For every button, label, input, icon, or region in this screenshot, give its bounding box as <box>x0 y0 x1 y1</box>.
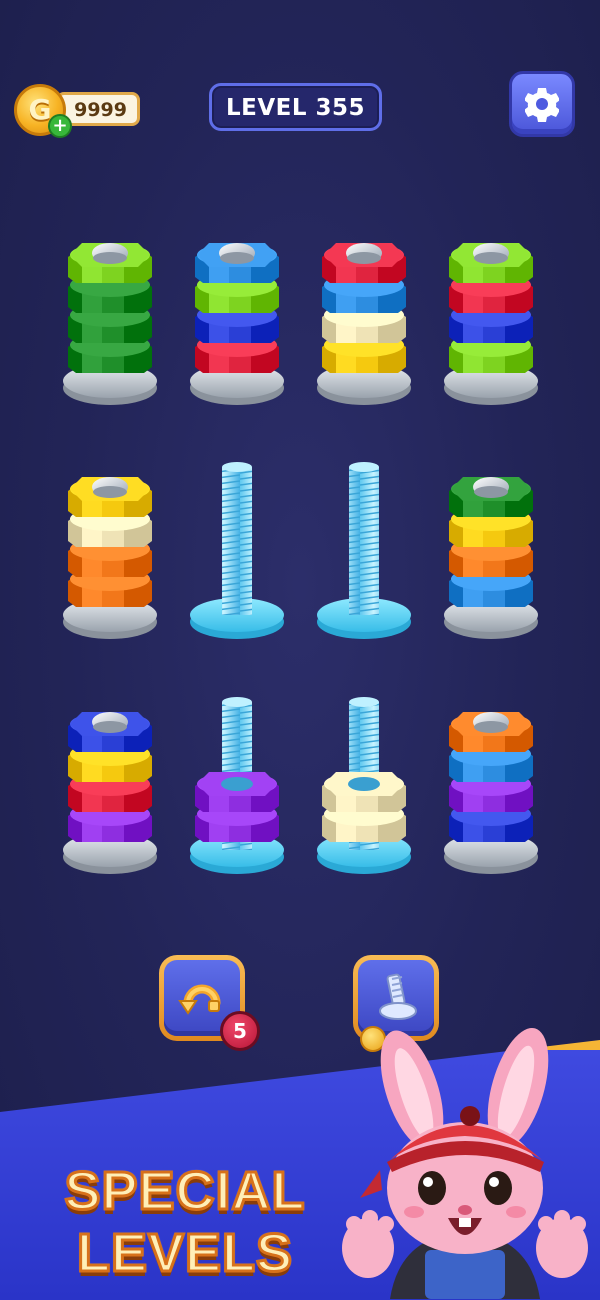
peg-1[interactable] <box>63 243 157 405</box>
peg-4[interactable] <box>444 243 538 405</box>
bunny-mascot <box>342 1027 588 1299</box>
screw-shaft <box>349 467 379 615</box>
undo-count-badge: 5 <box>220 1011 260 1051</box>
bolt-icon <box>379 973 417 1020</box>
undo-magnet-icon <box>178 984 221 1015</box>
banner-title-line1: SPECIAL <box>63 1160 306 1223</box>
peg-3[interactable] <box>317 243 411 405</box>
peg-10[interactable] <box>190 697 284 874</box>
banner-title-line2: LEVELS <box>75 1222 294 1285</box>
peg-11[interactable] <box>317 697 411 874</box>
peg-5[interactable] <box>63 477 157 639</box>
peg-6[interactable] <box>190 462 284 639</box>
peg-7[interactable] <box>317 462 411 639</box>
screw-shaft <box>222 467 252 615</box>
peg-12[interactable] <box>444 712 538 874</box>
peg-8[interactable] <box>444 477 538 639</box>
peg-2[interactable] <box>190 243 284 405</box>
peg-9[interactable] <box>63 712 157 874</box>
